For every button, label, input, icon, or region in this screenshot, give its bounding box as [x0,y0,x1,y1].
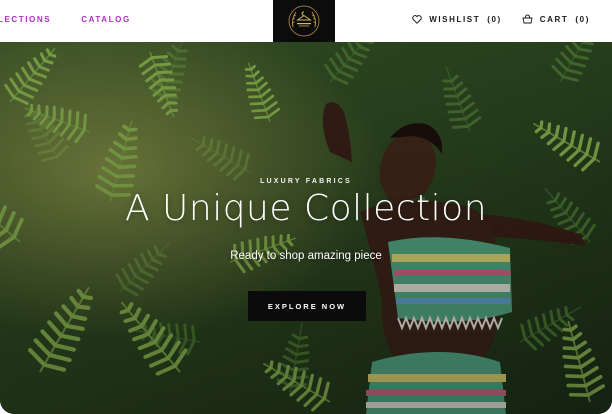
heart-icon [412,14,422,24]
explore-now-button[interactable]: EXPLORE NOW [248,291,366,321]
header-actions: WISHLIST (0) CART (0) [412,14,590,24]
hanger-wreath-logo-icon [288,5,320,37]
wishlist-link[interactable]: WISHLIST (0) [412,15,502,24]
cart-label: CART [539,14,569,24]
brand-logo[interactable] [273,0,335,42]
hero-headline: A Unique Collection [124,188,488,229]
hero-content: LUXURY FABRICS A Unique Collection Ready… [0,42,612,414]
site-header: LECTIONS CATALOG WISHLIST (0) CART (0) [0,0,612,42]
wishlist-label: WISHLIST [429,14,481,24]
nav-catalog-link[interactable]: CATALOG [81,15,131,24]
cart-count: (0) [575,14,590,24]
wishlist-count: (0) [487,14,502,24]
hero-subtitle: Ready to shop amazing piece [230,250,382,262]
basket-icon [522,14,533,24]
cart-link[interactable]: CART (0) [522,14,590,24]
main-nav: LECTIONS CATALOG [0,15,131,24]
hero-eyebrow: LUXURY FABRICS [260,178,352,185]
page: LECTIONS CATALOG WISHLIST (0) CART (0) L… [0,0,612,414]
nav-collections-link[interactable]: LECTIONS [0,15,51,24]
hero-banner: LUXURY FABRICS A Unique Collection Ready… [0,42,612,414]
